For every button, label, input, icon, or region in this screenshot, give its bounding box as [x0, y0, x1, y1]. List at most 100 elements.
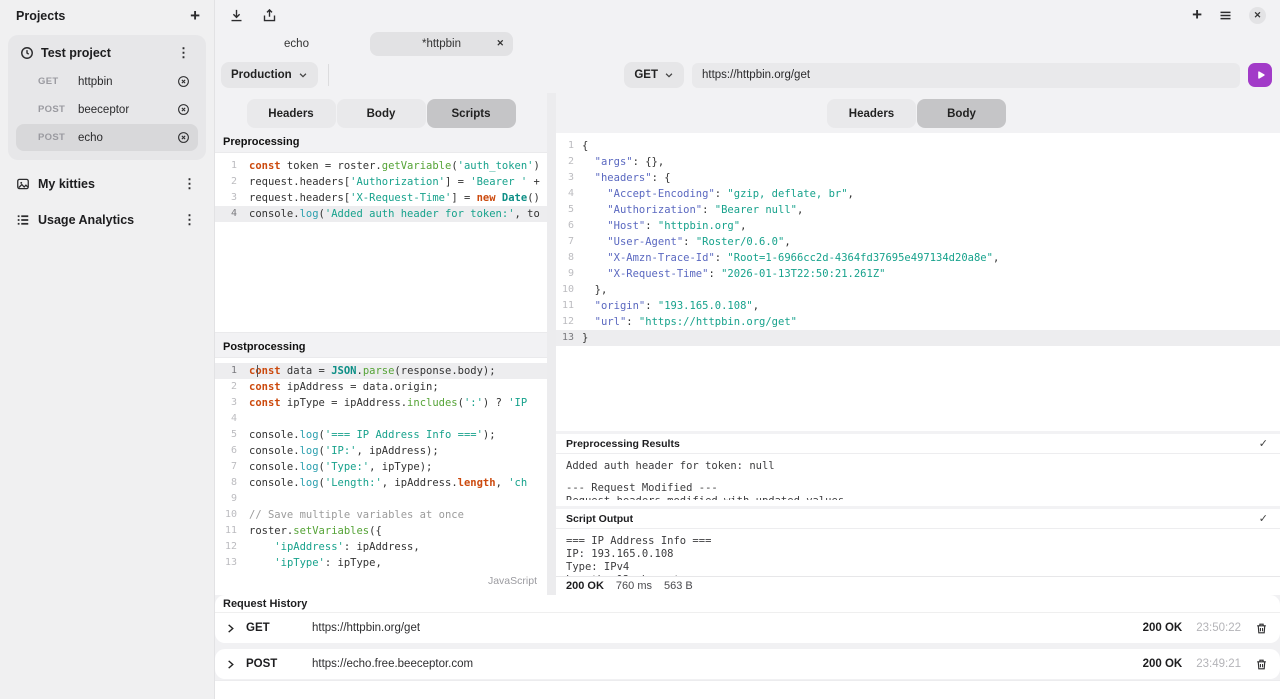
- app-window: Projects + Test project ⋮ GET httpbin: [0, 0, 1280, 699]
- language-badge: JavaScript: [478, 573, 537, 589]
- environment-label: Production: [231, 69, 292, 81]
- sidebar-item-beeceptor[interactable]: POST beeceptor: [16, 96, 198, 123]
- script-output-section: Script Output ✓ === IP Address Info === …: [556, 509, 1280, 576]
- import-icon[interactable]: [229, 8, 244, 23]
- delete-history-icon[interactable]: [1255, 622, 1268, 635]
- tab-label: Body: [947, 108, 976, 120]
- preprocessing-results-output[interactable]: Added auth header for token: null --- Re…: [556, 454, 1280, 506]
- image-icon: [16, 177, 30, 191]
- history-url: https://echo.free.beeceptor.com: [312, 658, 1143, 670]
- remove-request-icon[interactable]: [177, 131, 190, 144]
- check-icon: ✓: [1259, 437, 1268, 450]
- response-time: 760 ms: [616, 580, 652, 592]
- sidebar-item-httpbin[interactable]: GET httpbin: [16, 68, 198, 95]
- tab-bar: echo *httpbin ✕: [215, 30, 1280, 57]
- history-footer: [215, 680, 1280, 699]
- request-panel-tabs: Headers Body Scripts: [247, 99, 516, 128]
- history-row-post[interactable]: POST https://echo.free.beeceptor.com 200…: [215, 649, 1280, 679]
- tab-echo[interactable]: echo: [225, 32, 368, 56]
- tab-response-body[interactable]: Body: [917, 99, 1006, 128]
- project-header[interactable]: Test project ⋮: [12, 39, 202, 67]
- status-code: 200 OK: [566, 580, 604, 592]
- export-icon[interactable]: [262, 8, 277, 23]
- postprocessing-label: Postprocessing: [215, 333, 547, 357]
- section-menu-button[interactable]: ⋮: [179, 212, 200, 228]
- project-card: Test project ⋮ GET httpbin POST beecepto…: [8, 35, 206, 160]
- clock-icon: [20, 46, 34, 60]
- tab-label: Scripts: [452, 108, 491, 120]
- output-line-clipped: Request headers modified with updated va…: [566, 495, 1270, 500]
- history-url: https://httpbin.org/get: [312, 622, 1143, 634]
- add-project-button[interactable]: +: [190, 9, 200, 23]
- topbar: + ✕: [215, 0, 1280, 30]
- request-history-title: Request History: [215, 595, 1280, 613]
- project-name: Test project: [41, 46, 173, 60]
- close-tab-icon[interactable]: ✕: [496, 38, 504, 49]
- panel-divider[interactable]: [547, 93, 556, 595]
- remove-request-icon[interactable]: [177, 103, 190, 116]
- chevron-right-icon[interactable]: [225, 659, 236, 670]
- request-name-label: echo: [78, 132, 177, 144]
- method-dropdown[interactable]: GET: [624, 62, 684, 88]
- sidebar-header: Projects +: [0, 0, 214, 29]
- output-line: [566, 473, 1270, 482]
- response-size: 563 B: [664, 580, 693, 592]
- tab-scripts[interactable]: Scripts: [427, 99, 516, 128]
- output-line: === IP Address Info ===: [566, 535, 1270, 548]
- chevron-right-icon[interactable]: [225, 623, 236, 634]
- sidebar-item-my-kitties[interactable]: My kitties ⋮: [0, 166, 214, 202]
- response-body-viewer[interactable]: 1{2 "args": {},3 "headers": {4 "Accept-E…: [556, 133, 1280, 431]
- section-label: My kitties: [38, 177, 179, 191]
- sidebar-item-usage-analytics[interactable]: Usage Analytics ⋮: [0, 202, 214, 238]
- menu-icon[interactable]: [1218, 8, 1233, 23]
- url-input[interactable]: [692, 63, 1240, 88]
- request-name-label: beeceptor: [78, 104, 177, 116]
- response-panel-tabs: Headers Body: [827, 99, 1006, 128]
- play-icon: [1255, 70, 1266, 81]
- output-line: Type: IPv4: [566, 561, 1270, 574]
- send-request-button[interactable]: [1248, 63, 1272, 87]
- request-method-label: POST: [38, 104, 72, 115]
- postprocessing-editor[interactable]: 1const data = JSON.parse(response.body);…: [215, 357, 547, 595]
- request-bar: Production GET: [215, 57, 1280, 93]
- output-line: Added auth header for token: null: [566, 460, 1270, 473]
- sidebar-item-echo[interactable]: POST echo: [16, 124, 198, 151]
- response-status-bar: 200 OK 760 ms 563 B: [556, 576, 1280, 595]
- output-line: IP: 193.165.0.108: [566, 548, 1270, 561]
- history-method: POST: [246, 658, 292, 670]
- chevron-down-icon: [298, 70, 308, 80]
- preprocessing-editor[interactable]: 1const token = roster.getVariable('auth_…: [215, 152, 547, 333]
- history-row-get[interactable]: GET https://httpbin.org/get 200 OK 23:50…: [215, 613, 1280, 643]
- response-panel: Headers Body 1{2 "args": {},3 "headers":…: [556, 93, 1280, 595]
- delete-history-icon[interactable]: [1255, 658, 1268, 671]
- project-menu-button[interactable]: ⋮: [173, 45, 194, 61]
- new-tab-button[interactable]: +: [1192, 8, 1202, 22]
- remove-request-icon[interactable]: [177, 75, 190, 88]
- check-icon: ✓: [1259, 512, 1268, 525]
- tab-response-headers[interactable]: Headers: [827, 99, 916, 128]
- preprocessing-results-header[interactable]: Preprocessing Results ✓: [556, 434, 1280, 454]
- method-label: GET: [634, 69, 658, 81]
- tab-headers[interactable]: Headers: [247, 99, 336, 128]
- tab-label: echo: [284, 38, 309, 50]
- section-menu-button[interactable]: ⋮: [179, 176, 200, 192]
- list-icon: [16, 213, 30, 227]
- script-output-header[interactable]: Script Output ✓: [556, 509, 1280, 529]
- script-output-output[interactable]: === IP Address Info === IP: 193.165.0.10…: [556, 529, 1280, 576]
- content-area: Headers Body Scripts Preprocessing 1cons…: [215, 93, 1280, 595]
- tab-body[interactable]: Body: [337, 99, 426, 128]
- history-time: 23:50:22: [1196, 622, 1241, 634]
- environment-dropdown[interactable]: Production: [221, 62, 318, 88]
- section-title: Script Output: [566, 513, 633, 525]
- request-history: Request History GET https://httpbin.org/…: [215, 595, 1280, 699]
- history-method: GET: [246, 622, 292, 634]
- close-window-button[interactable]: ✕: [1249, 7, 1266, 24]
- tab-label: Body: [367, 108, 396, 120]
- tab-label: *httpbin: [422, 38, 461, 50]
- preprocessing-label: Preprocessing: [215, 128, 547, 152]
- history-time: 23:49:21: [1196, 658, 1241, 670]
- history-status: 200 OK: [1143, 658, 1183, 670]
- section-title: Preprocessing Results: [566, 438, 680, 450]
- chevron-down-icon: [664, 70, 674, 80]
- tab-httpbin-active[interactable]: *httpbin ✕: [370, 32, 513, 56]
